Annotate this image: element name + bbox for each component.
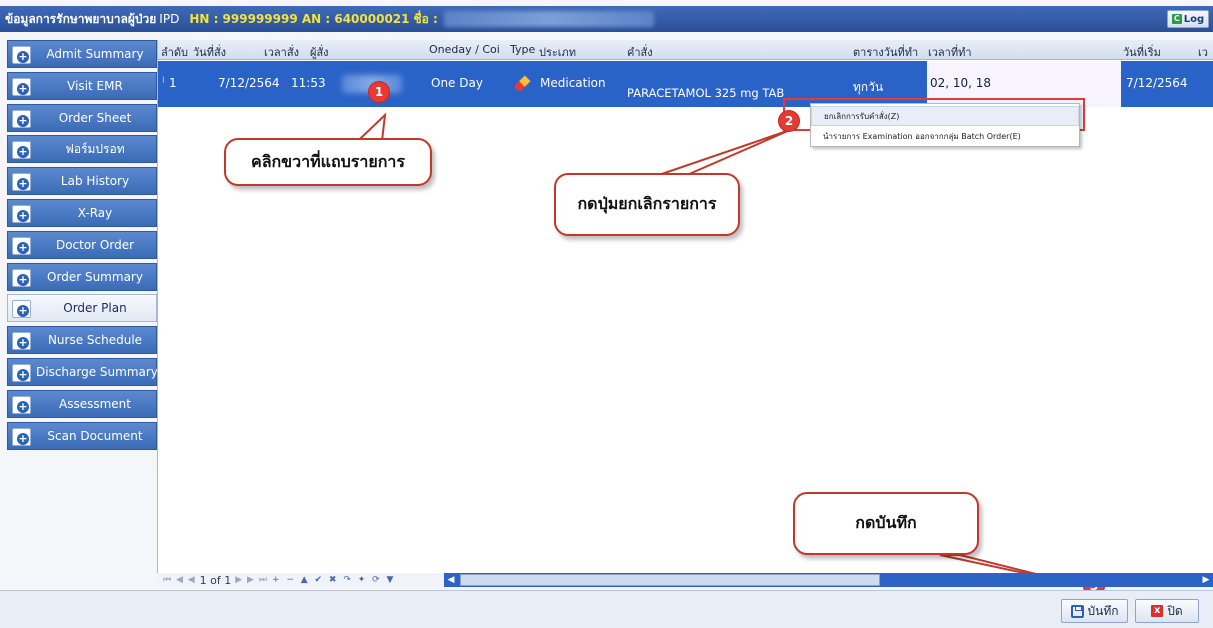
save-button-label: บันทึก — [1087, 603, 1119, 618]
save-icon — [1070, 604, 1084, 618]
log-icon: C — [1171, 14, 1182, 24]
scroll-right-icon[interactable]: ▶ — [1199, 573, 1213, 587]
sidebar-item-admit-summary[interactable]: Admit Summary — [7, 40, 157, 68]
add-page-icon — [12, 395, 31, 414]
add-page-icon — [12, 109, 31, 128]
col-order-date[interactable]: วันที่สั่ง — [193, 43, 226, 61]
sidebar-item-visit-emr[interactable]: Visit EMR — [7, 71, 157, 100]
callout-cancel-button: กดปุ่มยกเลิกรายการ — [554, 173, 740, 236]
sidebar-item-nurse-schedule[interactable]: Nurse Schedule — [7, 326, 157, 355]
add-page-icon — [12, 173, 31, 192]
sidebar-item-assessment[interactable]: Assessment — [7, 389, 157, 418]
ipd-window: ข้อมูลการรักษาพยาบาลผู้ป่วย IPD HN : 999… — [0, 0, 1213, 628]
log-button-label: Log — [1183, 13, 1205, 25]
col-start-date[interactable]: วันที่เริ่ม — [1123, 43, 1161, 61]
col-times[interactable]: เวลาที่ทำ — [928, 43, 972, 61]
close-button[interactable]: x ปิด — [1135, 599, 1199, 623]
title-bar: ข้อมูลการรักษาพยาบาลผู้ป่วย IPD HN : 999… — [0, 6, 1213, 32]
patient-type: IPD — [159, 12, 180, 26]
log-button[interactable]: C Log — [1167, 10, 1209, 28]
pager-first-prev-icons[interactable]: ⏮ ◀ ◀ — [163, 575, 196, 585]
col-oneday[interactable]: Oneday / Coi — [429, 43, 509, 56]
add-page-icon — [12, 46, 31, 64]
add-page-icon — [12, 427, 31, 446]
callout-right-click: คลิกขวาที่แถบรายการ — [224, 138, 432, 186]
col-order-time[interactable]: เวลาสั่ง — [264, 43, 299, 61]
menu-item-remove-from-batch[interactable]: นำรายการ Examination ออกจากกลุ่ม Batch O… — [811, 127, 1079, 147]
patient-name-redacted — [443, 11, 654, 27]
close-button-label: ปิด — [1167, 603, 1183, 618]
pager-edit-icons[interactable]: + − ▲ ✔ ✖ ↷ ✦ ⟳ ▼ — [272, 575, 396, 585]
add-page-icon — [12, 236, 31, 255]
times-value: 02, 10, 18 — [930, 76, 992, 90]
add-page-icon — [12, 332, 31, 351]
step-badge-2: 2 — [779, 111, 799, 131]
sidebar-item-order-sheet[interactable]: Order Sheet — [7, 103, 157, 132]
sidebar-item-thermometer-form[interactable]: ฟอร์มปรอท — [7, 135, 157, 164]
window-title: ข้อมูลการรักษาพยาบาลผู้ป่วย — [5, 11, 157, 26]
col-schedule[interactable]: ตารางวันที่ทำ — [853, 43, 918, 61]
col-category[interactable]: ประเภท — [539, 43, 576, 61]
footer-bar: บันทึก x ปิด — [0, 590, 1213, 628]
col-order[interactable]: คำสั่ง — [627, 43, 653, 61]
add-page-icon — [12, 204, 31, 223]
col-type[interactable]: Type — [510, 43, 535, 56]
scrollbar-thumb[interactable] — [460, 574, 880, 586]
scroll-left-icon[interactable]: ◀ — [444, 573, 458, 587]
cell-seq: 1 — [169, 76, 177, 90]
page-indicator: 1 of 1 — [199, 573, 232, 587]
col-seq[interactable]: ลำดับ — [161, 43, 188, 61]
add-page-icon — [12, 300, 31, 319]
sidebar-item-order-plan[interactable]: Order Plan — [7, 294, 157, 323]
sidebar-item-lab-history[interactable]: Lab History — [7, 167, 157, 196]
cell-schedule: ทุกวัน — [853, 80, 884, 94]
pager: ⏮ ◀ ◀ 1 of 1 ▶ ▶ ⏭ + − ▲ ✔ ✖ ↷ ✦ ⟳ ▼ — [157, 573, 444, 587]
callout-save: กดบันทึก — [793, 492, 979, 555]
add-page-icon — [12, 141, 31, 160]
menu-item-cancel-order[interactable]: ยกเลิกการรับคำสั่ง(Z) — [811, 106, 1079, 126]
grid-header: ลำดับ วันที่สั่ง เวลาสั่ง ผู้สั่ง Oneday… — [158, 40, 1213, 60]
name-label: ชื่อ : — [413, 11, 438, 26]
sidebar-item-doctor-order[interactable]: Doctor Order — [7, 230, 157, 259]
sidebar-item-discharge-summary[interactable]: Discharge Summary — [7, 357, 158, 386]
cell-order-date: 7/12/2564 — [218, 76, 280, 90]
row-indicator: I — [162, 76, 165, 86]
save-button[interactable]: บันทึก — [1061, 599, 1128, 623]
cell-start-date: 7/12/2564 — [1126, 76, 1188, 90]
col-orderer[interactable]: ผู้สั่ง — [310, 43, 329, 61]
add-page-icon — [12, 77, 31, 96]
cell-category: Medication — [540, 76, 606, 90]
step-badge-1: 1 — [369, 82, 389, 102]
cell-order-time: 11:53 — [291, 76, 326, 90]
pager-next-last-icons[interactable]: ▶ ▶ ⏭ — [235, 575, 268, 585]
sidebar-item-order-summary[interactable]: Order Summary — [7, 262, 157, 291]
sidebar-item-scan-document[interactable]: Scan Document — [7, 421, 157, 450]
add-page-icon — [12, 268, 31, 287]
cell-oneday: One Day — [431, 76, 483, 90]
medication-pill-icon — [515, 75, 531, 91]
close-icon: x — [1151, 605, 1164, 617]
sidebar: Admit Summary Visit EMR Order Sheet ฟอร์… — [7, 40, 158, 453]
hn-an-label: HN : 999999999 AN : 640000021 — [189, 12, 410, 26]
sidebar-item-x-ray[interactable]: X-Ray — [7, 198, 157, 227]
add-page-icon — [12, 363, 31, 382]
col-more[interactable]: เว — [1198, 43, 1208, 61]
horizontal-scrollbar[interactable]: ◀ ▶ — [444, 573, 1213, 587]
context-menu: ยกเลิกการรับคำสั่ง(Z) นำรายการ Examinati… — [810, 103, 1080, 147]
